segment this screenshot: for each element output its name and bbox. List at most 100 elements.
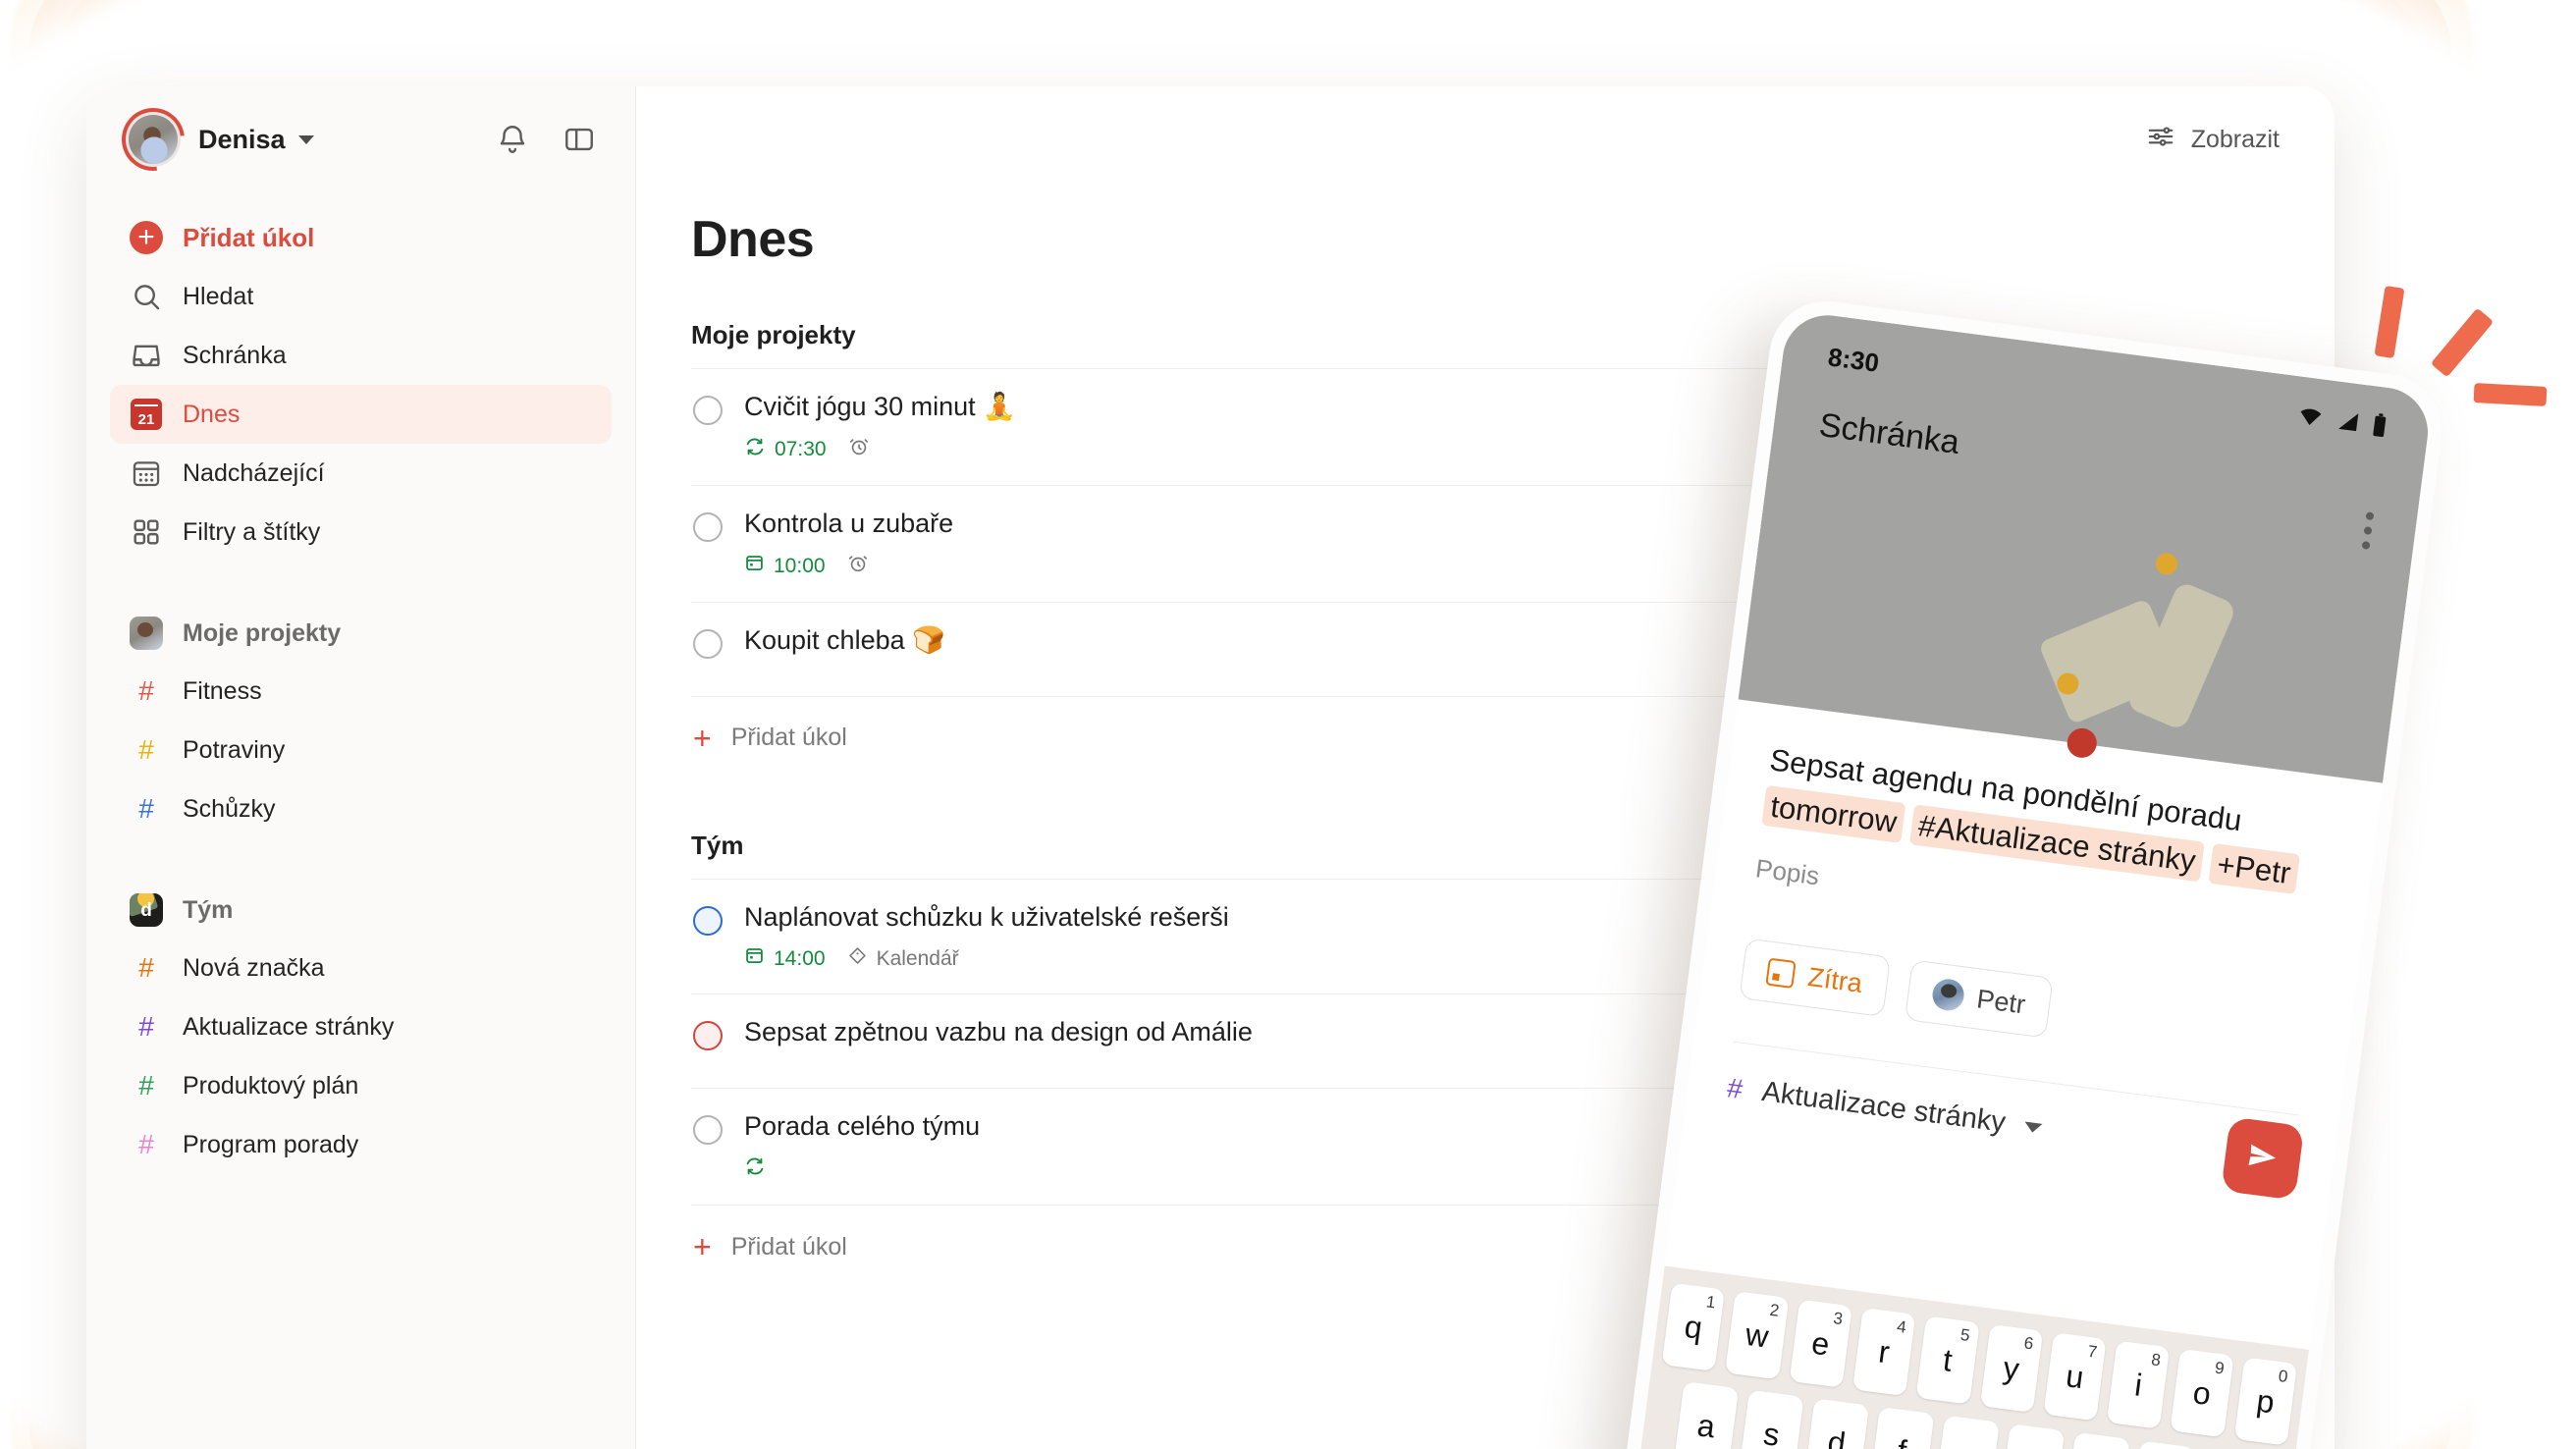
sidebar-item-search[interactable]: Hledat [110, 267, 612, 326]
key-number: 3 [1832, 1309, 1845, 1329]
send-button[interactable] [2221, 1116, 2305, 1201]
avatar[interactable] [126, 112, 181, 167]
sidebar-group-header[interactable]: Moje projekty [110, 605, 612, 662]
key-i[interactable]: 8i [2106, 1340, 2171, 1429]
phone-chip-row: Zítra Petr [1739, 938, 2313, 1072]
key-r[interactable]: 4r [1852, 1307, 1916, 1397]
phone-project-selector[interactable]: # Aktualizace stránky [1722, 1041, 2305, 1201]
key-number: 6 [2022, 1333, 2035, 1354]
calendar-day-number: 21 [131, 399, 162, 430]
key-u[interactable]: 7u [2043, 1332, 2107, 1422]
key-label: i [2132, 1366, 2145, 1403]
task-due-recurring: 07:30 [744, 436, 827, 463]
task-checkbox[interactable] [693, 1115, 723, 1146]
sidebar-item-label: Schránka [183, 341, 287, 369]
sidebar-item-project-program-porady[interactable]: # Program porady [110, 1115, 612, 1174]
sidebar-item-project-nova-znacka[interactable]: # Nová značka [110, 939, 612, 997]
key-number: 0 [2277, 1367, 2289, 1387]
sidebar-item-inbox[interactable]: Schránka [110, 326, 612, 385]
task-due-text: 10:00 [774, 554, 826, 577]
key-h[interactable]: h [2000, 1423, 2066, 1449]
chevron-down-icon [2023, 1121, 2043, 1134]
alarm-icon [848, 436, 870, 463]
sliders-icon [2146, 122, 2175, 158]
hash-icon: # [138, 1011, 154, 1042]
sidebar-item-project-produktovy-plan[interactable]: # Produktový plán [110, 1056, 612, 1115]
plus-circle-icon: + [130, 221, 163, 254]
task-recurring [744, 1155, 766, 1183]
assignee-chip[interactable]: Petr [1904, 959, 2054, 1039]
key-label: y [2001, 1349, 2022, 1387]
view-options-button[interactable]: Zobrazit [2146, 122, 2280, 158]
hash-icon: # [138, 734, 154, 765]
sidebar-item-upcoming[interactable]: Nadcházející [110, 444, 612, 503]
key-g[interactable]: g [1934, 1415, 2000, 1449]
task-checkbox[interactable] [693, 628, 723, 659]
task-due-text: 07:30 [775, 437, 827, 460]
bell-icon[interactable] [496, 123, 529, 156]
sidebar-item-today[interactable]: 21 Dnes [110, 385, 612, 444]
key-f[interactable]: f [1869, 1406, 1935, 1449]
kebab-menu-icon[interactable] [2361, 511, 2375, 550]
plus-icon: + [693, 1229, 712, 1264]
hash-icon: # [138, 1070, 154, 1100]
sidebar-item-project-schuzky[interactable]: # Schůzky [110, 779, 612, 838]
key-d[interactable]: d [1803, 1398, 1870, 1449]
key-y[interactable]: 6y [1979, 1323, 2044, 1414]
alarm-icon [847, 553, 869, 580]
task-checkbox[interactable] [693, 511, 723, 542]
key-t[interactable]: 5t [1915, 1315, 1980, 1405]
key-q[interactable]: 1q [1661, 1282, 1726, 1371]
key-w[interactable]: 2w [1725, 1291, 1790, 1380]
key-label: u [2064, 1357, 2086, 1395]
sidebar-item-add-task[interactable]: + Přidat úkol [110, 208, 612, 267]
decorative-tick-3 [2473, 383, 2548, 406]
send-icon [2240, 1134, 2284, 1183]
calendar-icon [744, 553, 765, 579]
sidebar-item-filters-labels[interactable]: Filtry a štítky [110, 503, 612, 562]
task-due-date: 10:00 [744, 553, 826, 579]
chevron-down-icon[interactable] [297, 134, 314, 144]
due-date-chip[interactable]: Zítra [1739, 938, 1891, 1017]
key-p[interactable]: 0p [2233, 1357, 2298, 1446]
sidebar-group-header[interactable]: d Tým [110, 882, 612, 939]
sidebar-item-project-fitness[interactable]: # Fitness [110, 662, 612, 721]
sidebar-item-project-aktualizace-stranky[interactable]: # Aktualizace stránky [110, 997, 612, 1056]
key-label: w [1744, 1315, 1771, 1355]
key-k[interactable]: k [2129, 1440, 2196, 1449]
task-due-date: 14:00 [744, 945, 826, 972]
signal-icon [2333, 407, 2364, 441]
key-j[interactable]: j [2065, 1431, 2130, 1449]
token-date: tomorrow [1761, 784, 1906, 843]
key-s[interactable]: s [1739, 1389, 1804, 1449]
repeat-icon [744, 436, 766, 463]
task-checkbox[interactable] [693, 396, 723, 425]
sidebar-item-label: Produktový plán [183, 1071, 359, 1100]
key-o[interactable]: 9o [2170, 1348, 2234, 1438]
sidebar-item-project-potraviny[interactable]: # Potraviny [110, 721, 612, 779]
battery-icon [2369, 411, 2388, 446]
sidebar-toggle-icon[interactable] [563, 123, 596, 156]
sidebar-group-label: Moje projekty [183, 618, 342, 647]
inbox-icon [130, 339, 163, 372]
hash-icon: # [1725, 1071, 1745, 1104]
user-name: Denisa [198, 124, 286, 154]
key-label: o [2190, 1373, 2214, 1412]
sidebar: Denisa + Přidat úkol Hledat Schránka 21 … [86, 86, 636, 1449]
hash-icon: # [138, 952, 154, 983]
calendar-today-icon: 21 [130, 398, 163, 431]
add-task-label: Přidat úkol [730, 1232, 847, 1261]
task-checkbox[interactable] [693, 1021, 723, 1051]
sidebar-item-label: Nadcházející [183, 458, 325, 487]
task-checkbox[interactable] [693, 905, 723, 936]
token-assignee: +Petr [2208, 842, 2300, 894]
sidebar-group-my-projects: Moje projekty # Fitness # Potraviny # Sc… [110, 605, 612, 838]
sidebar-item-label: Přidat úkol [183, 222, 315, 252]
key-a[interactable]: a [1673, 1381, 1740, 1449]
label-icon [847, 945, 868, 972]
hash-icon: # [138, 1129, 154, 1159]
task-reminder [848, 436, 870, 463]
key-e[interactable]: 3e [1789, 1299, 1852, 1388]
team-avatar-letter: d [140, 899, 152, 921]
sidebar-group-label: Tým [183, 895, 234, 924]
